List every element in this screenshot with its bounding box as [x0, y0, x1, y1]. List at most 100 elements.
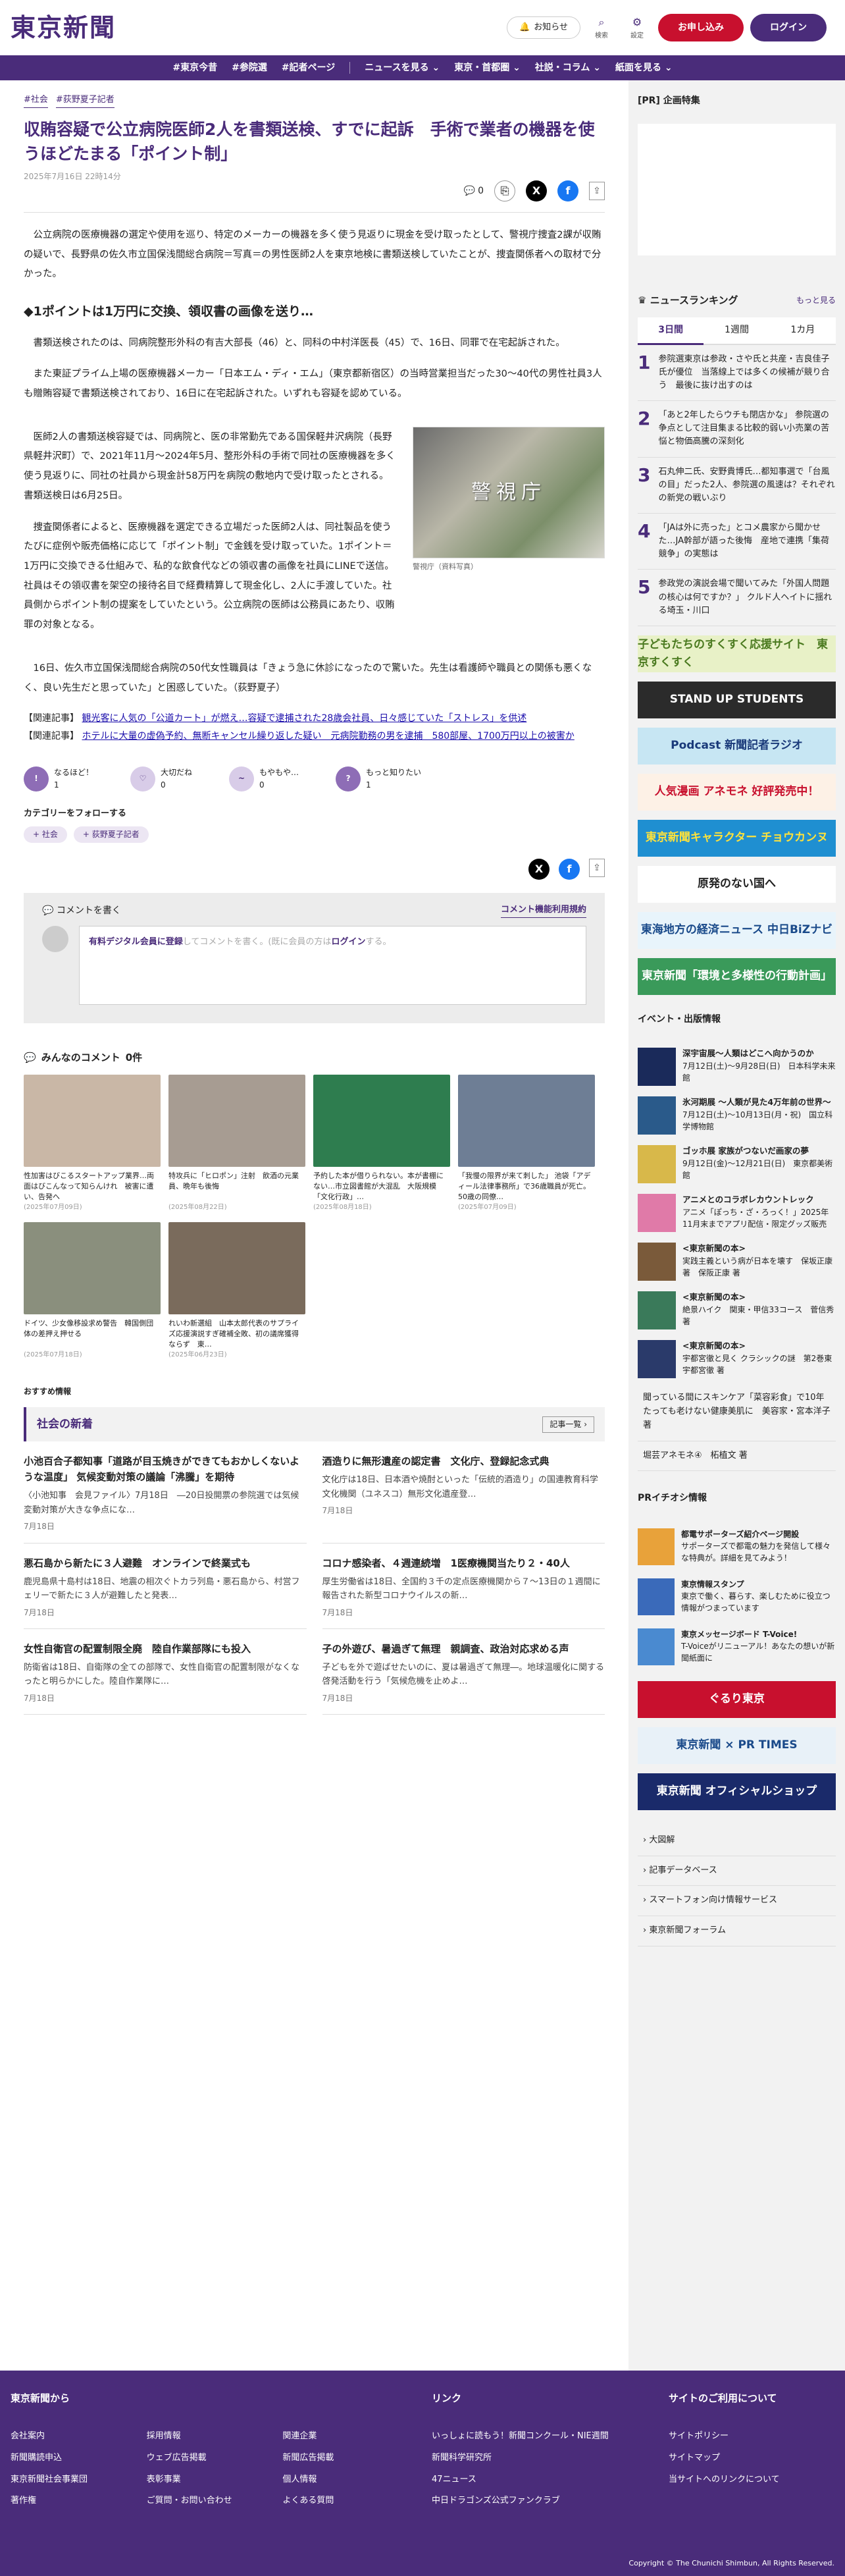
related-thumbnail[interactable]: ドイツ、少女像移設求め警告 韓国側団体の差押え押せる (2025年07月18日): [24, 1222, 161, 1360]
footer-link[interactable]: 当サイトへのリンクについて: [669, 2473, 780, 2487]
login-button[interactable]: ログイン: [750, 13, 827, 42]
promo-banner[interactable]: ぐるり東京: [638, 1680, 836, 1718]
news-item[interactable]: コロナ感染者、４週連続増 1医療機関当たり２・40人 厚生労働省は18日、全国約３…: [322, 1543, 605, 1629]
event-item[interactable]: <東京新聞の本> 宇都宮徹と見く クラシックの謎 第2巻東宇都宮徹 著: [638, 1335, 836, 1383]
nav-item-editorial[interactable]: 社説・コラム ⌄: [535, 61, 601, 75]
promo-banner[interactable]: Podcast 新聞記者ラジオ: [638, 727, 836, 765]
related-thumbnail[interactable]: 特攻兵に「ヒロポン」注射 飲酒の元業員、晩年も後悔 (2025年08月22日): [168, 1075, 305, 1213]
footer-link[interactable]: 東京新聞社会事業団: [11, 2473, 120, 2487]
related-link[interactable]: ホテルに大量の虚偽予約、無断キャンセル繰り返した疑い 元病院勤務の男を逮捕 58…: [82, 731, 574, 741]
promo-banner[interactable]: 人気漫画 アネモネ 好評発売中！: [638, 773, 836, 811]
footer-link[interactable]: 個人情報: [282, 2473, 392, 2487]
news-item[interactable]: 酒造りに無形遺産の認定書 文化庁、登録記念式典 文化庁は18日、日本酒や焼酎といっ…: [322, 1441, 605, 1543]
footer-link[interactable]: いっしょに読もう！新聞コンクール・NIE週間: [432, 2430, 629, 2444]
article-photo[interactable]: 警視庁 警視庁（資料写真）: [413, 426, 605, 647]
ranking-item[interactable]: 5 参政党の演説会場で聞いてみた「外国人問題の核心は何ですか？」 クルド人ヘイトに…: [638, 570, 836, 626]
footer-link[interactable]: 表彰事業: [147, 2473, 257, 2487]
sidebar-link[interactable]: › 記事データベース: [638, 1856, 836, 1887]
search-button[interactable]: ⌕ 検索: [587, 14, 616, 41]
related-thumbnail[interactable]: 性加害はびこるスタートアップ業界…両面はびこんなって知らんけれ 被害に遭い、告発…: [24, 1075, 161, 1213]
share-icon[interactable]: ⇪: [589, 858, 605, 877]
reaction-taisetsu[interactable]: ♡ 大切だね 0: [130, 766, 192, 792]
pr-item[interactable]: 東京メッセージボード T-Voice! T-Voiceがリニューアル！あなたの想い…: [638, 1622, 836, 1672]
footer-link[interactable]: サイトポリシー: [669, 2430, 780, 2444]
follow-tag-reporter[interactable]: + 荻野夏子記者: [73, 826, 149, 843]
notifications-button[interactable]: 🔔 お知らせ: [507, 16, 580, 40]
footer-link[interactable]: サイトマップ: [669, 2452, 780, 2465]
news-more-button[interactable]: 記事一覧 ›: [542, 1416, 594, 1434]
ranking-item[interactable]: 1 参院選東京は参政・さや氏と共産・吉良佳子氏が優位 当落線上では多くの候補が競り…: [638, 345, 836, 402]
tab-1week[interactable]: 1週間: [704, 317, 770, 345]
comment-textarea[interactable]: 有料デジタル会員に登録してコメントを書く。(既に会員の方はログインする。: [79, 926, 586, 1006]
related-thumbnail[interactable]: 「我慢の限界が来て刺した」 池袋「アディール法律事務所」で36歳職員が死亡。50…: [458, 1075, 595, 1213]
footer-link[interactable]: 著作権: [11, 2494, 120, 2508]
event-item[interactable]: アニメとのコラボレカウントレック アニメ「ぽっち・ざ・ろっく！」2025年11月末…: [638, 1189, 836, 1237]
footer-link[interactable]: 47ニュース: [432, 2473, 629, 2487]
facebook-share-icon[interactable]: f: [557, 180, 578, 201]
ranking-more-link[interactable]: もっと見る: [796, 294, 836, 307]
event-item[interactable]: ゴッホ展 家族がつないだ画家の夢 9月12日(金)〜12月21日(日) 東京都美術…: [638, 1140, 836, 1189]
pr-item[interactable]: 都電サポーターズ紹介ページ開設 サポーターズで都電の魅力を発信して様々な特典が。詳…: [638, 1522, 836, 1572]
promo-banner[interactable]: 原発のない国へ: [638, 865, 836, 903]
footer-link[interactable]: 関連企業: [282, 2430, 392, 2444]
related-link[interactable]: 観光客に人気の「公道カート」が燃え…容疑で逮捕された28歳会社員、日々感じていた…: [82, 713, 526, 724]
promo-banner[interactable]: 東京新聞 オフィシャルショップ: [638, 1773, 836, 1810]
tab-1month[interactable]: 1カ月: [769, 317, 836, 345]
nav-item-news[interactable]: ニュースを見る ⌄: [365, 61, 440, 75]
tag-reporter[interactable]: #荻野夏子記者: [55, 94, 115, 108]
event-item[interactable]: 氷河期展 〜人類が見た4万年前の世界〜 7月12日(土)〜10月13日(月・祝) …: [638, 1091, 836, 1140]
promo-banner[interactable]: 東京新聞 × PR TIMES: [638, 1727, 836, 1764]
nav-item-reporters[interactable]: #記者ページ: [282, 61, 335, 75]
comment-count[interactable]: 💬 0: [464, 184, 484, 198]
news-item[interactable]: 女性自衛官の配置制限全廃 陸自作業部隊にも投入 防衛省は18日、自衛隊の全ての部隊…: [24, 1629, 307, 1715]
footer-link[interactable]: 新聞広告掲載: [282, 2452, 392, 2465]
news-item[interactable]: 子の外遊び、暑過ぎて無理 親調査、政治対応求める声 子どもを外で遊ばせたいのに、夏…: [322, 1629, 605, 1715]
x-share-icon[interactable]: X: [526, 180, 547, 201]
promo-banner[interactable]: STAND UP STUDENTS: [638, 681, 836, 718]
ranking-item[interactable]: 4 「JAは外に売った」とコメ農家から聞かせた…JA幹部が語った後悔 産地で連携「…: [638, 514, 836, 570]
comment-policy-link[interactable]: コメント機能利用規約: [500, 903, 586, 919]
news-item[interactable]: 小池百合子都知事「道路が目玉焼きができてもおかしくないような温度」 気候変動対策…: [24, 1441, 307, 1543]
promo-banner[interactable]: 東京新聞キャラクター チョウカンヌ: [638, 819, 836, 857]
login-link[interactable]: ログイン: [331, 937, 365, 947]
facebook-share-icon[interactable]: f: [559, 858, 580, 880]
nav-item-election[interactable]: #参院選: [232, 61, 267, 75]
reaction-motto[interactable]: ? もっと知りたい 1: [336, 766, 421, 792]
nav-item-paper[interactable]: 紙面を見る ⌄: [615, 61, 673, 75]
reaction-naruhodo[interactable]: ! なるほど！ 1: [24, 766, 93, 792]
nav-item-tokyo[interactable]: 東京・首都圏 ⌄: [454, 61, 521, 75]
nav-item-tokyo-past[interactable]: #東京今昔: [172, 61, 217, 75]
settings-button[interactable]: ⚙ 設定: [623, 14, 652, 41]
event-item[interactable]: <東京新聞の本> 絶景ハイク 関東・甲信33コース 菅信秀 著: [638, 1286, 836, 1335]
related-thumbnail[interactable]: れいわ新選組 山本太郎代表のサプライズ応援演説すぎ確補全敗、初の議席獲得ならず …: [168, 1222, 305, 1360]
x-share-icon[interactable]: X: [528, 858, 550, 880]
footer-link[interactable]: 中日ドラゴンズ公式ファンクラブ: [432, 2494, 629, 2508]
register-link[interactable]: 有料デジタル会員に登録: [89, 937, 183, 947]
pr-item[interactable]: 東京情報スタンプ 東京で働く、暮らす、楽しむために役立つ情報がつまっています: [638, 1572, 836, 1622]
promo-banner[interactable]: 子どもたちのすくすく応援サイト 東京すくすく: [638, 635, 836, 672]
footer-link[interactable]: ご質問・お問い合わせ: [147, 2494, 257, 2508]
footer-link[interactable]: 新聞科学研究所: [432, 2452, 629, 2465]
ad-slot[interactable]: [638, 124, 836, 256]
promo-banner[interactable]: 東海地方の経済ニュース 中日BiZナビ: [638, 911, 836, 949]
ranking-item[interactable]: 3 石丸伸二氏、安野貴博氏…都知事選で「台風の目」だった2人、参院選の風速は？それ…: [638, 458, 836, 514]
book-link[interactable]: 堀芸アネモネ④ 柘植文 著: [638, 1441, 836, 1472]
share-icon[interactable]: ⇪: [589, 181, 605, 200]
site-logo[interactable]: 東京新聞: [11, 8, 116, 48]
footer-link[interactable]: 会社案内: [11, 2430, 120, 2444]
book-link[interactable]: 聞っている間にスキンケア「菜容彩食」で10年たっても老けない健康美肌に 美容家・…: [638, 1383, 836, 1441]
news-item[interactable]: 悪石島から新たに３人避難 オンラインで終業式も 鹿児島県十島村は18日、地震の相次…: [24, 1543, 307, 1629]
apply-button[interactable]: お申し込み: [658, 13, 744, 42]
follow-tag-society[interactable]: + 社会: [24, 826, 67, 843]
promo-banner[interactable]: 東京新聞「環境と多様性の行動計画」: [638, 957, 836, 995]
footer-link[interactable]: よくある質問: [282, 2494, 392, 2508]
clip-icon[interactable]: ⎘: [494, 180, 515, 201]
tag-society[interactable]: #社会: [24, 94, 48, 108]
tab-3days[interactable]: 3日間: [638, 317, 704, 345]
sidebar-link[interactable]: › 大図解: [638, 1826, 836, 1856]
related-thumbnail[interactable]: 予約した本が借りられない。本が書棚にない…市立図書館が大混乱 大阪規模「文化行政…: [313, 1075, 450, 1213]
sidebar-link[interactable]: › スマートフォン向け情報サービス: [638, 1886, 836, 1917]
ranking-item[interactable]: 2 「あと2年したらウチも閉店かな」 参院選の争点として注目集まる比較的弱い小売業…: [638, 401, 836, 458]
event-item[interactable]: <東京新聞の本> 実践主義という病が日本を壊す 保坂正康著 保阪正康 著: [638, 1237, 836, 1286]
footer-link[interactable]: 新聞購読申込: [11, 2452, 120, 2465]
